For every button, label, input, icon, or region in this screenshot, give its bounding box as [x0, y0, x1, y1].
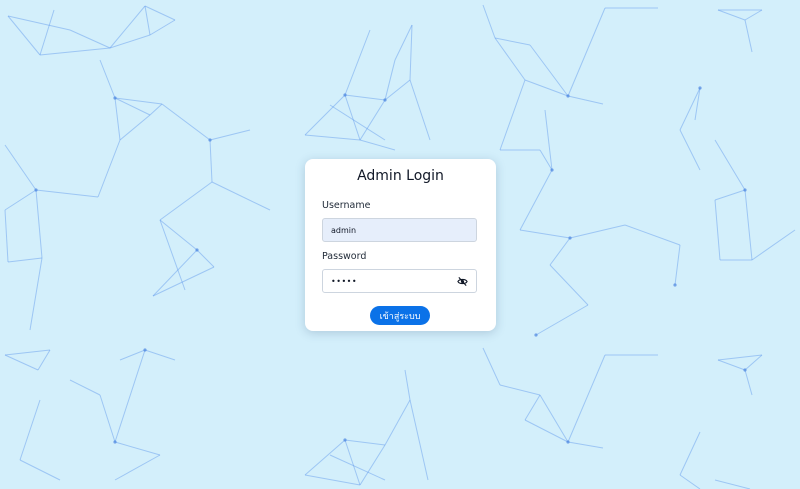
username-value: admin [331, 225, 357, 235]
login-button[interactable]: เข้าสู่ระบบ [370, 306, 430, 325]
login-card: Admin Login Username admin Password ••••… [305, 159, 496, 331]
password-value: ••••• [331, 276, 358, 286]
username-input[interactable]: admin [322, 218, 477, 242]
password-input[interactable]: ••••• [322, 269, 477, 293]
eye-off-icon[interactable] [457, 276, 468, 287]
login-title: Admin Login [357, 168, 444, 184]
password-label: Password [322, 251, 367, 262]
login-page: Admin Login Username admin Password ••••… [0, 0, 800, 489]
username-label: Username [322, 200, 371, 211]
